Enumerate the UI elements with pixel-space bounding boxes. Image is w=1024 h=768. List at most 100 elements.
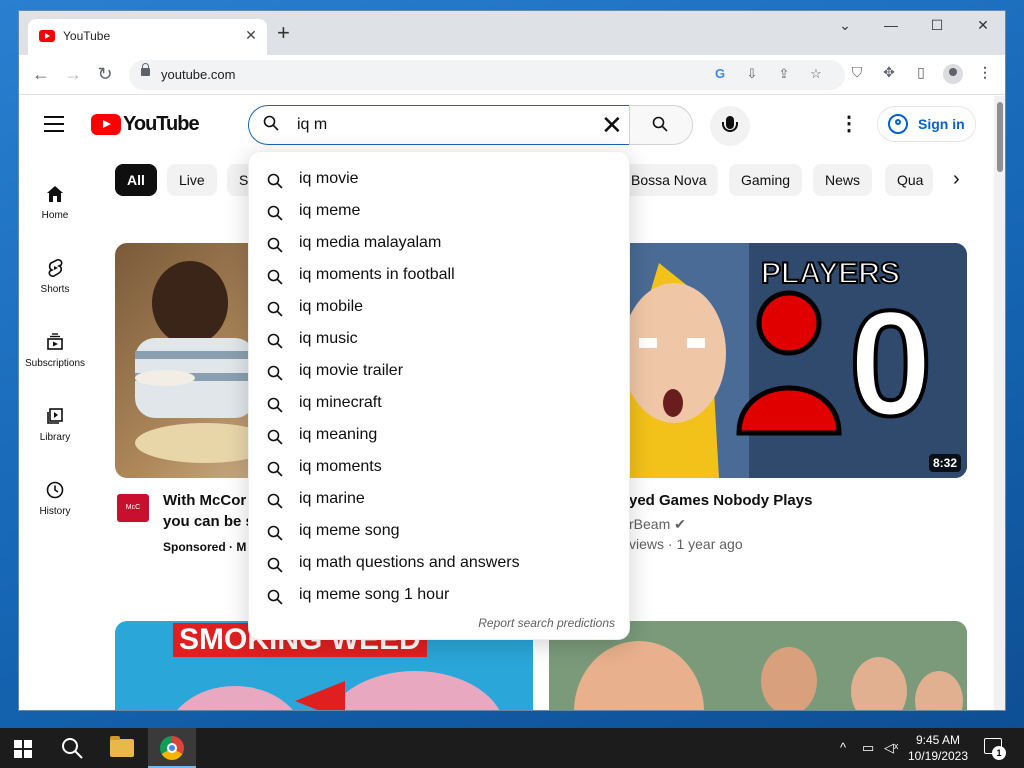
share-icon[interactable]: ⇪	[775, 66, 793, 82]
browser-toolbar: ← → ↻ youtube.com G ⇩ ⇪ ☆ ⛉ ✥ ▯ ⋮	[19, 55, 1005, 95]
search-icon	[267, 237, 283, 253]
lock-icon[interactable]	[141, 63, 150, 76]
chrome-menu-icon[interactable]: ⋮	[975, 64, 995, 81]
suggestion-text: iq music	[299, 330, 358, 347]
video-meta: views · 1 year ago	[629, 536, 743, 552]
extensions-puzzle-icon[interactable]: ✥	[879, 64, 899, 81]
suggestion-text: iq meme song	[299, 522, 400, 539]
search-suggestion-item[interactable]: iq movie	[249, 164, 629, 196]
show-hidden-icons-chevron-icon[interactable]: ^	[840, 740, 846, 755]
search-suggestion-item[interactable]: iq moments	[249, 452, 629, 484]
taskbar-chrome-button[interactable]	[148, 728, 196, 768]
search-icon	[267, 333, 283, 349]
taskbar-clock[interactable]: 9:45 AM 10/19/2023	[902, 732, 974, 764]
microphone-icon	[722, 116, 738, 132]
file-explorer-icon[interactable]	[110, 736, 134, 757]
close-window-button[interactable]: ✕	[960, 17, 1005, 34]
taskbar-search-icon[interactable]	[60, 736, 84, 760]
guide-history[interactable]: History	[19, 480, 91, 517]
voice-search-button[interactable]	[710, 106, 750, 146]
notification-count-badge: 1	[992, 746, 1006, 760]
suggestion-text: iq marine	[299, 490, 365, 507]
logo-text: YouTube	[123, 113, 200, 135]
search-suggestion-item[interactable]: iq mobile	[249, 292, 629, 324]
new-tab-button[interactable]: +	[277, 22, 290, 44]
address-bar[interactable]: youtube.com G ⇩ ⇪ ☆	[129, 60, 845, 90]
video-title[interactable]: you can be s	[163, 511, 254, 532]
search-icon	[267, 365, 283, 381]
forward-icon[interactable]: →	[61, 63, 85, 85]
guide-label: Subscriptions	[24, 358, 86, 369]
search-suggestion-item[interactable]: iq meme song	[249, 516, 629, 548]
scrollbar-thumb[interactable]	[997, 102, 1003, 172]
guide-label: Home	[41, 210, 69, 221]
search-suggestion-item[interactable]: iq meaning	[249, 420, 629, 452]
search-suggestion-item[interactable]: iq music	[249, 324, 629, 356]
channel-name[interactable]: rBeam ✔	[629, 516, 686, 533]
side-panel-icon[interactable]: ▯	[911, 64, 931, 81]
library-icon	[45, 406, 65, 426]
search-suggestion-item[interactable]: iq meme	[249, 196, 629, 228]
windows-start-icon[interactable]	[14, 740, 32, 758]
search-suggestions-dropdown: Report search predictions iq movie iq mem…	[248, 151, 630, 640]
tab-close-icon[interactable]: ✕	[243, 27, 259, 44]
search-icon	[267, 525, 283, 541]
chip-live[interactable]: Live	[167, 164, 217, 196]
search-suggestion-item[interactable]: iq math questions and answers	[249, 548, 629, 580]
google-lens-icon[interactable]: G	[711, 66, 729, 81]
sign-in-button[interactable]: Sign in	[877, 106, 976, 142]
chip-qua[interactable]: Qua	[885, 164, 933, 196]
guide-shorts[interactable]: Shorts	[19, 258, 91, 295]
guide-library[interactable]: Library	[19, 406, 91, 443]
search-button[interactable]	[629, 105, 693, 145]
reload-icon[interactable]: ↻	[93, 63, 117, 85]
video-title[interactable]: With McCor	[163, 490, 246, 511]
search-icon	[267, 429, 283, 445]
page-scrollbar[interactable]	[994, 96, 1005, 710]
back-icon[interactable]: ←	[29, 63, 53, 85]
suggestion-text: iq movie	[299, 170, 359, 187]
clear-search-icon[interactable]: ✕	[601, 110, 623, 141]
tab-title: YouTube	[63, 29, 111, 43]
search-icon	[267, 557, 283, 573]
profile-avatar-icon[interactable]	[943, 64, 963, 84]
windows-taskbar: ^ ▭ ◁ˣ 9:45 AM 10/19/2023 1	[0, 728, 1024, 768]
suggestion-text: iq media malayalam	[299, 234, 442, 251]
hamburger-menu-icon[interactable]	[44, 116, 64, 132]
home-icon	[45, 184, 65, 204]
youtube-favicon-icon	[39, 30, 55, 42]
sign-in-label: Sign in	[918, 116, 965, 132]
report-search-predictions-link[interactable]: Report search predictions	[478, 616, 615, 630]
suggestion-text: iq mobile	[299, 298, 364, 315]
search-suggestion-item[interactable]: iq media malayalam	[249, 228, 629, 260]
chip-bossa-nova[interactable]: Bossa Nova	[619, 164, 719, 196]
chip-news[interactable]: News	[813, 164, 873, 196]
chevron-right-icon[interactable]: ›	[953, 168, 960, 191]
chrome-icon	[160, 736, 184, 760]
search-input[interactable]: iq m ✕	[248, 105, 630, 145]
install-app-icon[interactable]: ⇩	[743, 66, 761, 82]
bookmark-star-icon[interactable]: ☆	[807, 66, 825, 82]
minimize-button[interactable]: —	[868, 17, 914, 33]
chip-all[interactable]: All	[115, 164, 157, 196]
guide-subscriptions[interactable]: Subscriptions	[19, 332, 91, 369]
search-suggestion-item[interactable]: iq minecraft	[249, 388, 629, 420]
suggestion-text: iq meme	[299, 202, 361, 219]
search-suggestion-item[interactable]: iq moments in football	[249, 260, 629, 292]
volume-muted-icon[interactable]: ◁ˣ	[884, 740, 898, 756]
search-suggestion-item[interactable]: iq meme song 1 hour	[249, 580, 629, 612]
tab-search-dropdown-icon[interactable]: ⌄	[822, 17, 868, 34]
shorts-icon	[45, 258, 65, 278]
settings-more-icon[interactable]: ⋮	[839, 114, 859, 134]
search-suggestion-item[interactable]: iq marine	[249, 484, 629, 516]
tab-youtube[interactable]: YouTube ✕	[28, 19, 267, 55]
suggestion-text: iq moments	[299, 458, 382, 475]
youtube-play-icon	[91, 114, 121, 135]
video-title[interactable]: yed Games Nobody Plays	[629, 490, 812, 511]
maximize-button[interactable]: ☐	[914, 17, 960, 34]
shield-extension-icon[interactable]: ⛉	[847, 64, 867, 81]
guide-home[interactable]: Home	[19, 184, 91, 221]
chip-gaming[interactable]: Gaming	[729, 164, 803, 196]
search-suggestion-item[interactable]: iq movie trailer	[249, 356, 629, 388]
network-icon[interactable]: ▭	[862, 740, 874, 756]
